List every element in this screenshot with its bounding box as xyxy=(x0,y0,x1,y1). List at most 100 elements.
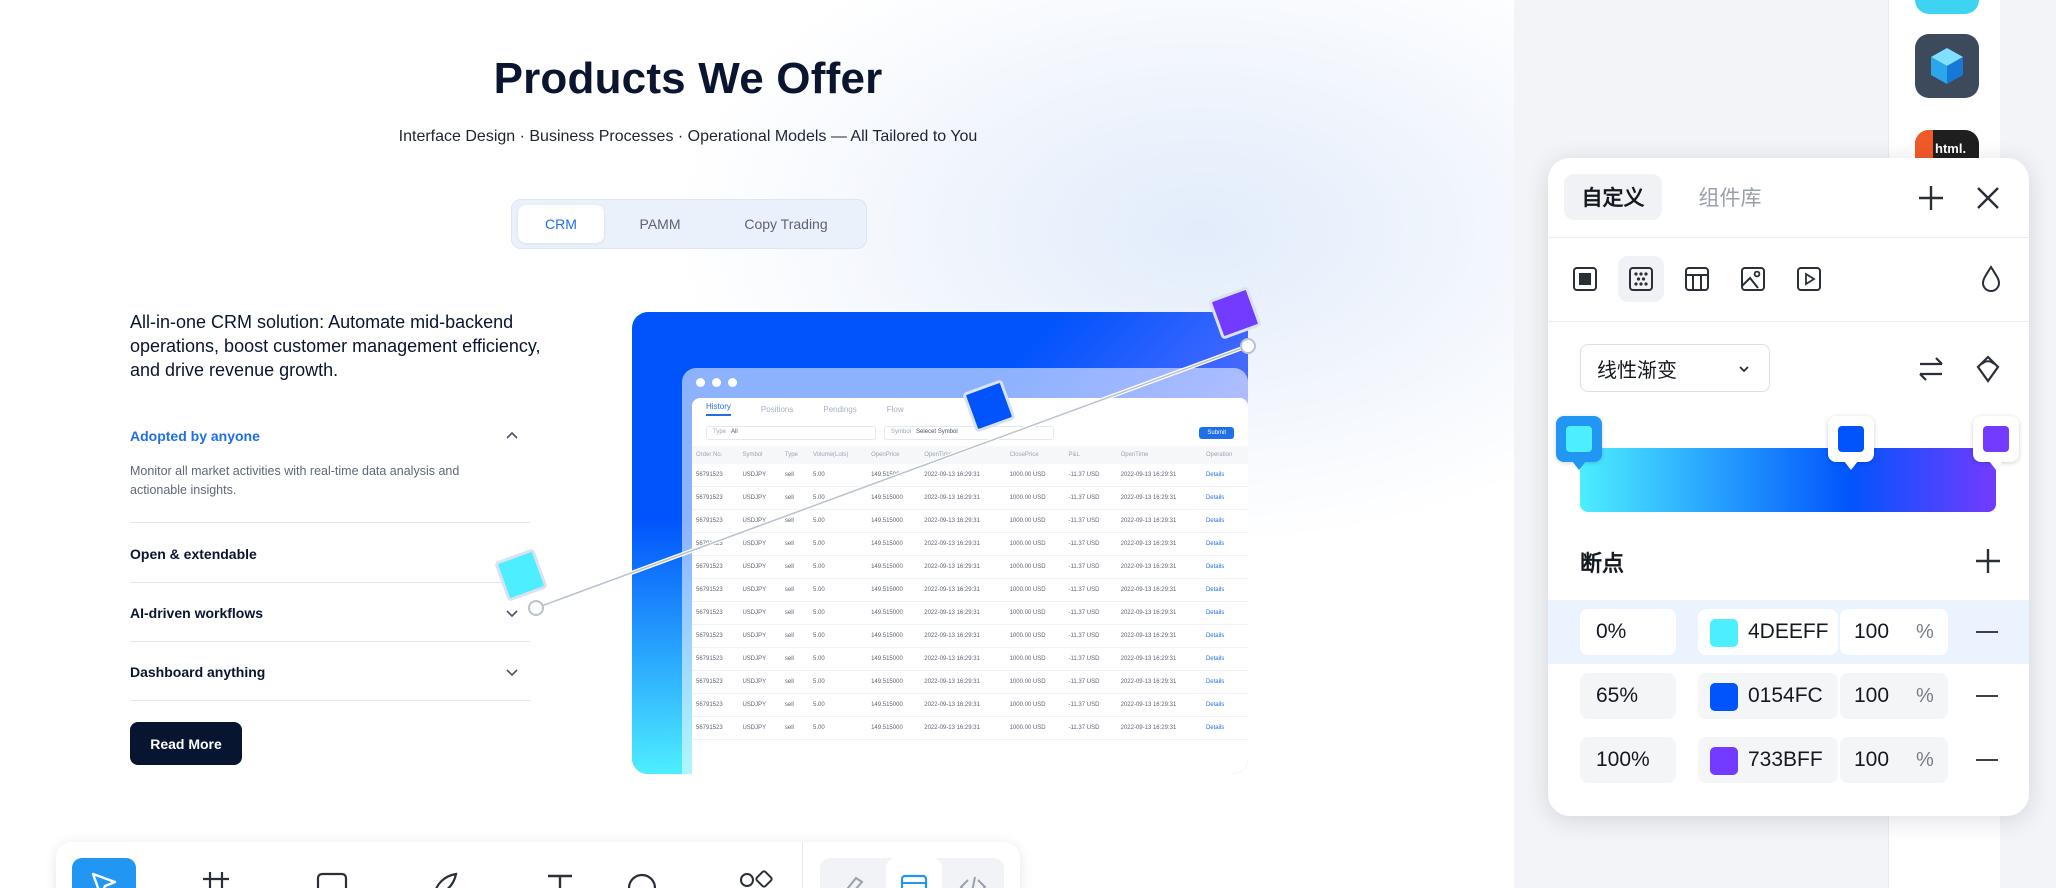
preview-cell: sell xyxy=(780,716,810,740)
gradient-stop-100[interactable] xyxy=(1973,416,2019,470)
panel-header: 自定义 组件库 xyxy=(1548,158,2029,238)
tab-crm[interactable]: CRM xyxy=(518,205,604,243)
preview-cell: 2022-09-13 16:29:31 xyxy=(920,464,1006,487)
preview-cell: -11.37 USD xyxy=(1064,464,1117,487)
preview-cell: -11.37 USD xyxy=(1064,647,1117,671)
swap-icon[interactable] xyxy=(1916,354,1946,384)
gradient-preview-bar[interactable] xyxy=(1580,448,1996,512)
solid-fill-button[interactable] xyxy=(1562,256,1608,302)
percent-unit: % xyxy=(1916,749,1934,771)
stop-position-input[interactable]: 100% xyxy=(1580,737,1676,783)
layout-mode-button[interactable] xyxy=(886,858,942,888)
preview-column-header: Volume(Lots) xyxy=(809,446,868,464)
accordion-description: Monitor all market activities with real-… xyxy=(130,464,460,497)
pattern-icon xyxy=(1685,267,1709,291)
pointer-tool[interactable] xyxy=(72,858,136,888)
text-tool[interactable] xyxy=(540,870,580,888)
page-title: Products We Offer xyxy=(493,54,883,103)
accordion-title: AI-driven workflows xyxy=(130,605,264,621)
pen-tool[interactable] xyxy=(426,870,466,888)
stop-color-input[interactable]: 4DEEFF xyxy=(1698,609,1838,655)
gradient-stop-65[interactable] xyxy=(1828,416,1874,470)
stop-swatch xyxy=(1838,426,1864,452)
preview-cell: sell xyxy=(780,670,810,694)
preview-table-row: 56791523 USDJPY sell 5.00 149.515000 2022-09-… xyxy=(692,578,1248,602)
preview-cell: 2022-09-13 16:29:31 xyxy=(1116,555,1202,579)
stop-color-input[interactable]: 0154FC xyxy=(1698,673,1838,719)
product-preview-image[interactable]: History Positions Pendings Flow Type All… xyxy=(632,312,1248,774)
toolbar-mode-group xyxy=(820,858,1004,888)
pencil-icon[interactable] xyxy=(836,872,866,888)
plus-icon[interactable] xyxy=(1916,183,1946,213)
code-icon[interactable] xyxy=(958,872,988,888)
preview-cell: 2022-09-13 16:29:31 xyxy=(920,509,1006,533)
preview-cell: 2022-09-13 16:29:31 xyxy=(920,647,1006,671)
frame-tool[interactable] xyxy=(196,870,236,888)
components-icon xyxy=(740,870,773,888)
accordion-title: Adopted by anyone xyxy=(130,428,260,444)
stop-position-input[interactable]: 65% xyxy=(1580,673,1676,719)
rectangle-tool[interactable] xyxy=(312,870,352,888)
close-icon[interactable] xyxy=(1973,183,2003,213)
color-swatch[interactable] xyxy=(1710,619,1738,647)
preview-cell: 1000.00 USD xyxy=(1005,647,1065,671)
components-tool[interactable] xyxy=(736,870,776,888)
chevron-down-icon[interactable] xyxy=(505,665,519,679)
preview-column-header: ClosePrice xyxy=(1005,446,1065,464)
preview-cell: 2022-09-13 16:29:31 xyxy=(1116,509,1202,533)
remove-stop-icon[interactable] xyxy=(1976,759,1998,761)
dock-app-cube[interactable] xyxy=(1915,34,1979,98)
preview-cell: 2022-09-13 16:29:31 xyxy=(920,486,1006,510)
opacity-button[interactable] xyxy=(1968,256,2014,302)
preview-cell: Details xyxy=(1201,601,1248,625)
gradient-stop-0[interactable] xyxy=(1556,416,1602,470)
rotate-icon[interactable] xyxy=(1973,354,2003,384)
preview-cell: 2022-09-13 16:29:31 xyxy=(920,601,1006,625)
tab-copy-trading[interactable]: Copy Trading xyxy=(716,205,856,243)
design-canvas[interactable]: Products We Offer Interface Design · Bus… xyxy=(0,0,1514,888)
gradient-type-select[interactable]: 线性渐变 xyxy=(1580,344,1770,392)
accordion-item-dashboard[interactable]: Dashboard anything xyxy=(130,664,530,680)
pointer-icon xyxy=(91,872,117,888)
accordion-item-ai[interactable]: AI-driven workflows xyxy=(130,605,530,621)
preview-cell: sell xyxy=(780,555,810,579)
preview-cell: 2022-09-13 16:29:31 xyxy=(920,624,1006,648)
preview-cell: 2022-09-13 16:29:31 xyxy=(920,532,1006,556)
preview-cell: -11.37 USD xyxy=(1064,486,1117,510)
video-fill-button[interactable] xyxy=(1786,256,1832,302)
remove-stop-icon[interactable] xyxy=(1976,695,1998,697)
color-swatch[interactable] xyxy=(1710,747,1738,775)
preview-cell: 2022-09-13 16:29:31 xyxy=(1116,578,1202,602)
pattern-fill-button[interactable] xyxy=(1674,256,1720,302)
stop-position-input[interactable]: 0% xyxy=(1580,609,1676,655)
color-swatch[interactable] xyxy=(1710,683,1738,711)
tab-library[interactable]: 组件库 xyxy=(1680,174,1780,220)
tab-pamm[interactable]: PAMM xyxy=(610,205,710,243)
ellipse-tool[interactable] xyxy=(622,870,662,888)
preview-cell: USDJPY xyxy=(738,464,781,487)
preview-cell: 56791523 xyxy=(692,532,739,556)
preview-cell: Details xyxy=(1201,509,1248,533)
image-fill-button[interactable] xyxy=(1730,256,1776,302)
hex-value: 733BFF xyxy=(1748,748,1823,771)
preview-cell: 5.00 xyxy=(809,647,868,671)
tab-custom[interactable]: 自定义 xyxy=(1564,174,1662,220)
preview-cell: Details xyxy=(1201,693,1248,717)
lead-text: All-in-one CRM solution: Automate mid-ba… xyxy=(130,312,541,380)
chevron-up-icon[interactable] xyxy=(505,429,519,443)
chevron-down-icon[interactable] xyxy=(505,606,519,620)
read-more-button[interactable]: Read More xyxy=(130,722,242,765)
accordion-title: Open & extendable xyxy=(130,546,257,562)
accordion-item-adopted[interactable]: Adopted by anyone Monitor all market act… xyxy=(130,428,530,500)
stop-color-input[interactable]: 733BFF xyxy=(1698,737,1838,783)
accordion-item-open[interactable]: Open & extendable xyxy=(130,546,530,562)
gradient-fill-button[interactable] xyxy=(1618,256,1664,302)
remove-stop-icon[interactable] xyxy=(1976,631,1998,633)
plus-icon[interactable] xyxy=(1973,546,2003,576)
preview-cell: 1000.00 USD xyxy=(1005,486,1065,510)
preview-cell: 149.515000 xyxy=(867,555,921,579)
preview-cell: 2022-09-13 16:29:31 xyxy=(1116,716,1202,740)
preview-tab: Positions xyxy=(760,404,794,414)
dock-app-partial[interactable] xyxy=(1915,0,1979,14)
preview-column-header: Symbol xyxy=(738,446,781,464)
